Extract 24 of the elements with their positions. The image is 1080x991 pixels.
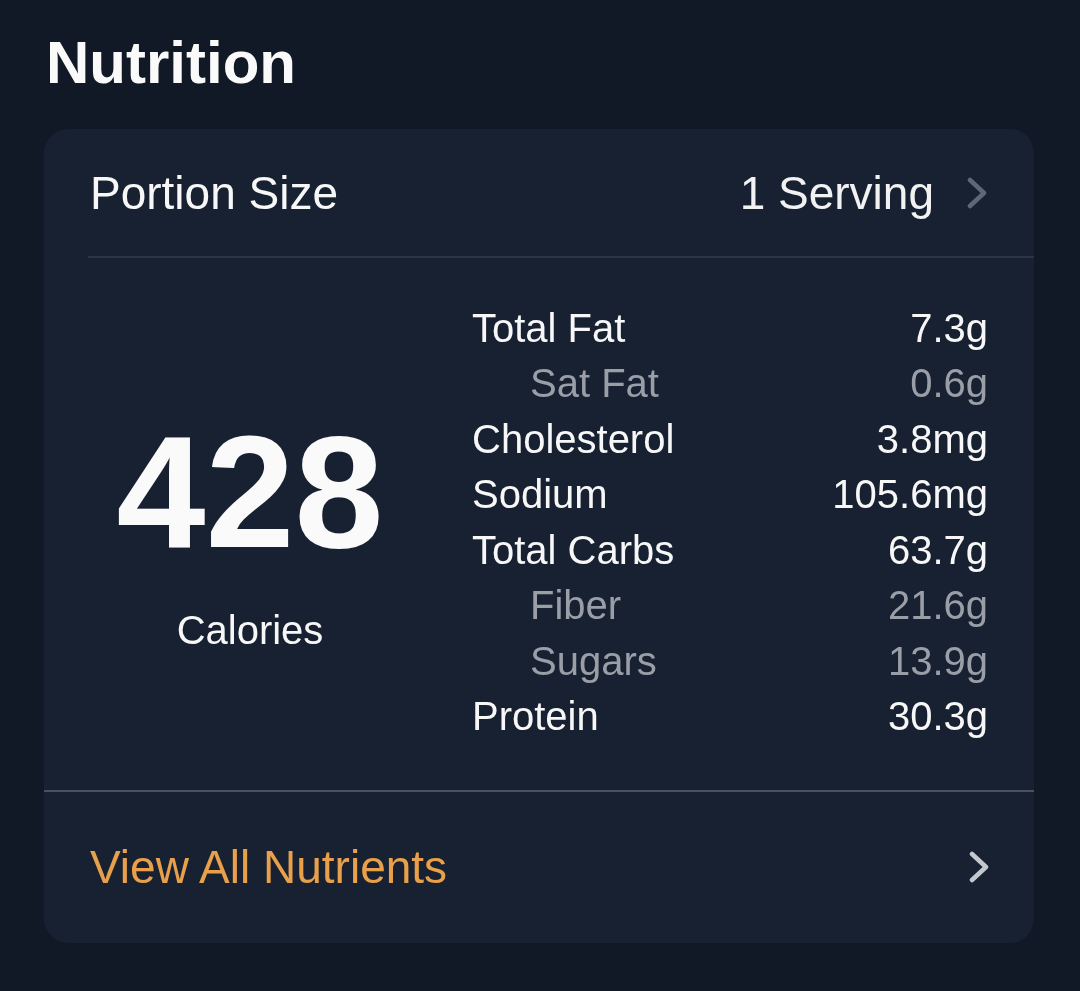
portion-size-label: Portion Size <box>90 165 338 220</box>
nutrient-amount: 3.8mg <box>876 415 988 463</box>
nutrient-amount: 7.3g <box>910 304 988 352</box>
nutrient-subamount: 21.6g <box>887 582 988 630</box>
nutrient-subamount: 0.6g <box>910 360 988 408</box>
nutrient-name: Sodium <box>472 471 608 519</box>
nutrient-name: Total Fat <box>472 304 626 352</box>
nutrient-name: Protein <box>472 693 599 741</box>
nutrient-subname: Sugars <box>529 637 657 685</box>
nutrient-name: Total Carbs <box>472 526 675 574</box>
nutrient-amount: 63.7g <box>887 526 988 574</box>
view-all-nutrients-link[interactable]: View All Nutrients <box>44 792 1034 942</box>
nutrient-amount: 105.6mg <box>832 471 988 519</box>
nutrient-subamount: 13.9g <box>887 637 988 685</box>
nutrient-subname: Sat Fat <box>529 360 659 408</box>
nutrient-name: Cholesterol <box>472 415 675 463</box>
chevron-right-icon <box>968 851 990 883</box>
nutrient-subname: Fiber <box>529 582 622 630</box>
calories-label: Calories <box>176 607 324 654</box>
serving-selector[interactable]: 1 Serving <box>739 165 988 220</box>
nutrient-amount: 30.3g <box>887 693 988 741</box>
section-title: Nutrition <box>46 29 296 96</box>
calorie-count: 428 <box>116 412 384 572</box>
chevron-right-icon <box>966 176 988 209</box>
